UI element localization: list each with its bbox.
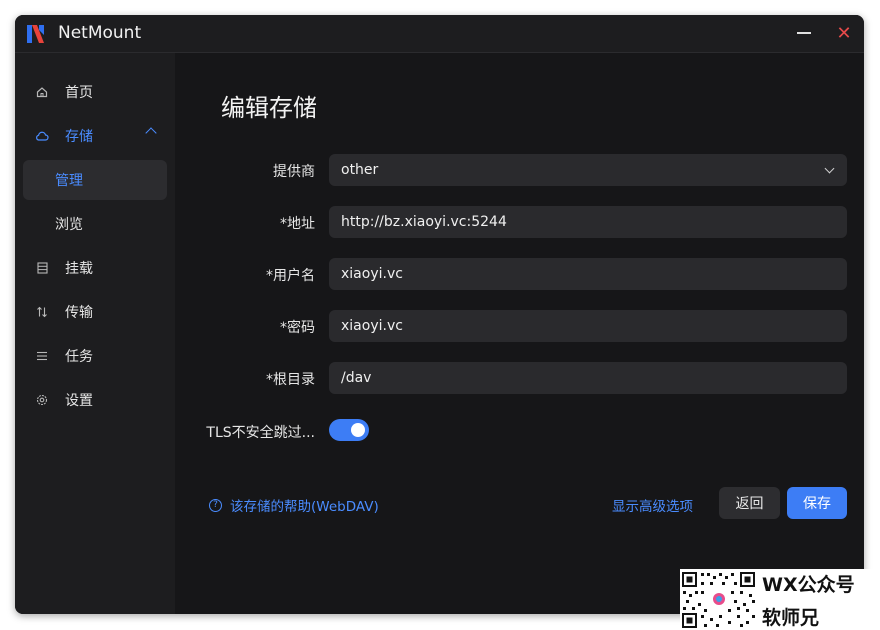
sidebar-item-label: 设置 (65, 393, 93, 409)
sidebar-item-mount[interactable]: 挂载 (23, 248, 167, 288)
gear-icon (35, 393, 49, 407)
sidebar-item-label: 首页 (65, 85, 93, 101)
list-icon (35, 349, 49, 363)
tls-skip-toggle[interactable] (329, 419, 369, 441)
watermark-line1: WX公众号 (762, 574, 855, 596)
root-dir-label: *根目录 (266, 372, 315, 388)
username-label: *用户名 (266, 268, 315, 284)
root-dir-input[interactable]: /dav (329, 362, 847, 394)
disk-icon (35, 261, 49, 275)
back-button[interactable]: 返回 (719, 487, 780, 519)
help-icon: ? (209, 498, 222, 512)
sidebar: 首页 存储 管理 浏览 挂载 传输 任务 设置 (15, 53, 175, 614)
main-panel: 编辑存储 提供商 other *地址 http://bz.xiaoyi.vc:5… (175, 53, 864, 614)
password-label: *密码 (280, 320, 315, 336)
password-input[interactable]: xiaoyi.vc (329, 310, 847, 342)
toggle-knob (351, 423, 365, 437)
sidebar-item-label: 浏览 (55, 217, 83, 233)
help-link-label: 该存储的帮助(WebDAV) (230, 499, 379, 515)
sidebar-item-storage[interactable]: 存储 (23, 116, 167, 156)
help-link[interactable]: ? 该存储的帮助(WebDAV) (209, 495, 379, 515)
sidebar-item-transfer[interactable]: 传输 (23, 292, 167, 332)
sidebar-item-label: 存储 (65, 129, 93, 145)
title-bar: NetMount ✕ (15, 15, 864, 53)
sidebar-item-label: 任务 (65, 349, 93, 365)
cloud-icon (35, 129, 49, 143)
watermark: WX公众号 软师兄 (680, 569, 880, 630)
sidebar-item-settings[interactable]: 设置 (23, 380, 167, 420)
provider-select[interactable]: other (329, 154, 847, 186)
sidebar-item-label: 挂载 (65, 261, 93, 277)
sidebar-item-label: 传输 (65, 305, 93, 321)
home-icon (35, 85, 49, 99)
address-label: *地址 (280, 216, 315, 232)
netmount-logo-icon (27, 25, 44, 43)
page-title: 编辑存储 (221, 94, 317, 122)
chevron-up-icon (145, 127, 157, 139)
provider-value: other (341, 162, 379, 178)
app-title: NetMount (58, 23, 142, 43)
transfer-icon (35, 305, 49, 319)
sidebar-item-home[interactable]: 首页 (23, 72, 167, 112)
tls-skip-label: TLS不安全跳过... (206, 425, 315, 441)
username-input[interactable]: xiaoyi.vc (329, 258, 847, 290)
address-input[interactable]: http://bz.xiaoyi.vc:5244 (329, 206, 847, 238)
sidebar-item-browse[interactable]: 浏览 (23, 204, 167, 244)
watermark-line2: 软师兄 (762, 607, 820, 629)
save-button[interactable]: 保存 (787, 487, 847, 519)
sidebar-item-label: 管理 (55, 173, 83, 189)
chevron-down-icon (824, 163, 835, 174)
sidebar-item-manage[interactable]: 管理 (23, 160, 167, 200)
provider-label: 提供商 (273, 164, 315, 180)
sidebar-item-tasks[interactable]: 任务 (23, 336, 167, 376)
advanced-options-link[interactable]: 显示高级选项 (612, 495, 693, 515)
app-window: NetMount ✕ 首页 存储 管理 浏览 挂载 传输 任务 设置 编辑存储 … (15, 15, 864, 614)
close-button[interactable]: ✕ (830, 21, 858, 45)
qr-code-icon (681, 571, 756, 629)
minimize-button[interactable] (790, 21, 818, 45)
